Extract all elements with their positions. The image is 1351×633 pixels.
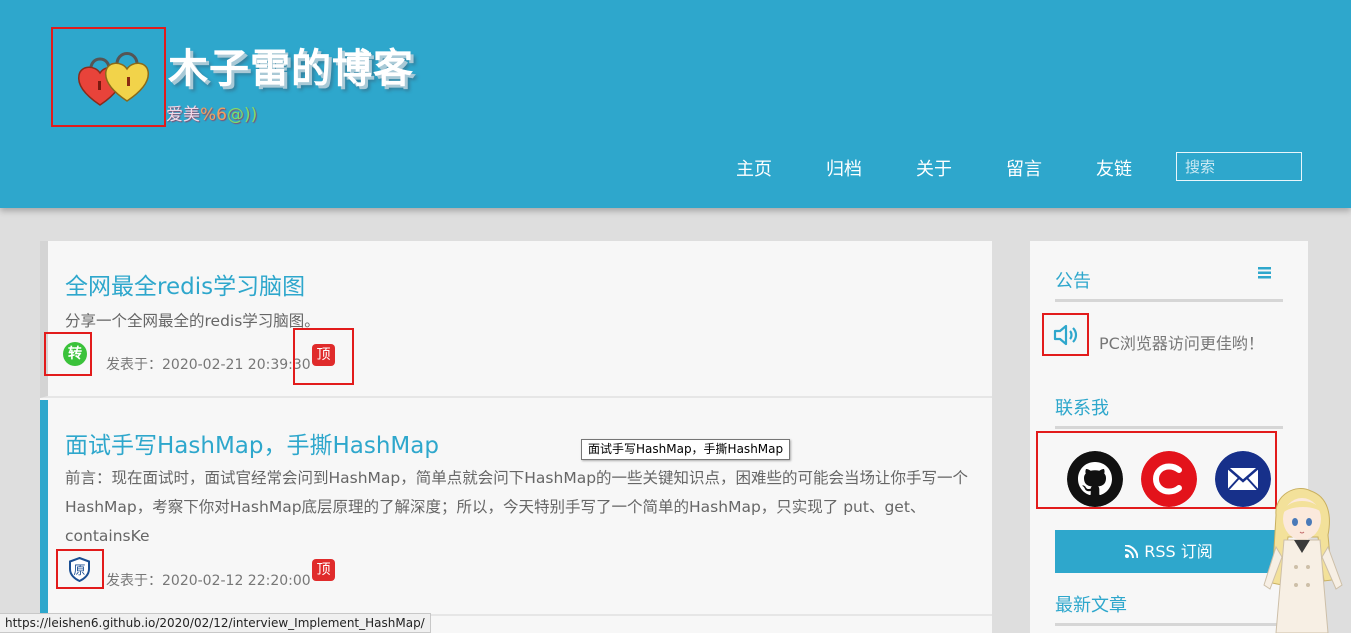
site-subtitle: 爱美%6@)) bbox=[166, 100, 257, 125]
post-title[interactable]: 面试手写HashMap，手撕HashMap bbox=[65, 426, 439, 460]
pinned-badge: 顶 bbox=[312, 344, 335, 366]
heart-locks-icon bbox=[77, 52, 150, 106]
github-icon[interactable] bbox=[1067, 451, 1123, 507]
badge-highlight-box: 顶 bbox=[293, 328, 354, 385]
post-excerpt: 分享一个全网最全的redis学习脑图。 bbox=[65, 312, 320, 330]
tooltip: 面试手写HashMap，手撕HashMap bbox=[581, 439, 791, 460]
search-input[interactable] bbox=[1176, 152, 1302, 181]
original-badge-text: 原 bbox=[73, 563, 85, 577]
latest-posts-heading: 最新文章 bbox=[1055, 591, 1283, 626]
nav-friend-links[interactable]: 友链 bbox=[1096, 155, 1132, 181]
mascot-character-image[interactable] bbox=[1256, 485, 1351, 633]
rss-icon bbox=[1125, 544, 1139, 559]
post-card: 全网最全redis学习脑图 分享一个全网最全的redis学习脑图。 转 发表于：… bbox=[40, 241, 992, 398]
rss-subscribe-button[interactable]: RSS 订阅 bbox=[1055, 530, 1283, 573]
notice-heading: 公告 bbox=[1055, 267, 1283, 302]
post-title[interactable]: 全网最全redis学习脑图 bbox=[65, 267, 305, 301]
menu-icon[interactable] bbox=[1258, 267, 1271, 279]
browser-status-bar: https://leishen6.github.io/2020/02/12/in… bbox=[0, 613, 431, 633]
speaker-icon bbox=[1053, 324, 1078, 346]
icon-highlight-box bbox=[1042, 313, 1089, 356]
badge-highlight-box: 原 bbox=[56, 549, 104, 589]
pinned-badge: 顶 bbox=[312, 559, 335, 581]
post-excerpt: 前言：现在面试时，面试官经常会问到HashMap，简单点就会问下HashMap的… bbox=[65, 469, 969, 545]
contact-heading: 联系我 bbox=[1055, 394, 1283, 429]
csdn-icon[interactable] bbox=[1141, 451, 1197, 507]
subtitle-part3: @)) bbox=[226, 105, 258, 125]
notice-text: PC浏览器访问更佳哟！ bbox=[1099, 334, 1264, 353]
post-list: 全网最全redis学习脑图 分享一个全网最全的redis学习脑图。 转 发表于：… bbox=[40, 241, 992, 633]
logo-highlight-box[interactable] bbox=[51, 27, 166, 127]
rss-label: RSS 订阅 bbox=[1144, 542, 1213, 561]
nav-archive[interactable]: 归档 bbox=[826, 155, 862, 181]
site-header: 木子雷的博客 爱美%6@)) 主页 归档 关于 留言 友链 bbox=[0, 0, 1351, 208]
original-shield-icon: 原 bbox=[69, 557, 90, 582]
nav-guestbook[interactable]: 留言 bbox=[1006, 155, 1042, 181]
post-date: 发表于：2020-02-12 22:20:00 bbox=[106, 573, 311, 589]
post-card: 面试手写HashMap，手撕HashMap 前言：现在面试时，面试官经常会问到H… bbox=[40, 400, 992, 616]
badge-highlight-box: 转 bbox=[44, 332, 92, 376]
subtitle-part2: %6 bbox=[200, 105, 227, 125]
site-title[interactable]: 木子雷的博客 bbox=[168, 36, 414, 94]
subtitle-part1: 爱美 bbox=[166, 105, 200, 125]
nav-home[interactable]: 主页 bbox=[736, 155, 772, 181]
post-date: 发表于：2020-02-21 20:39:30 bbox=[106, 357, 311, 373]
repost-badge: 转 bbox=[63, 342, 87, 366]
nav-about[interactable]: 关于 bbox=[916, 155, 952, 181]
